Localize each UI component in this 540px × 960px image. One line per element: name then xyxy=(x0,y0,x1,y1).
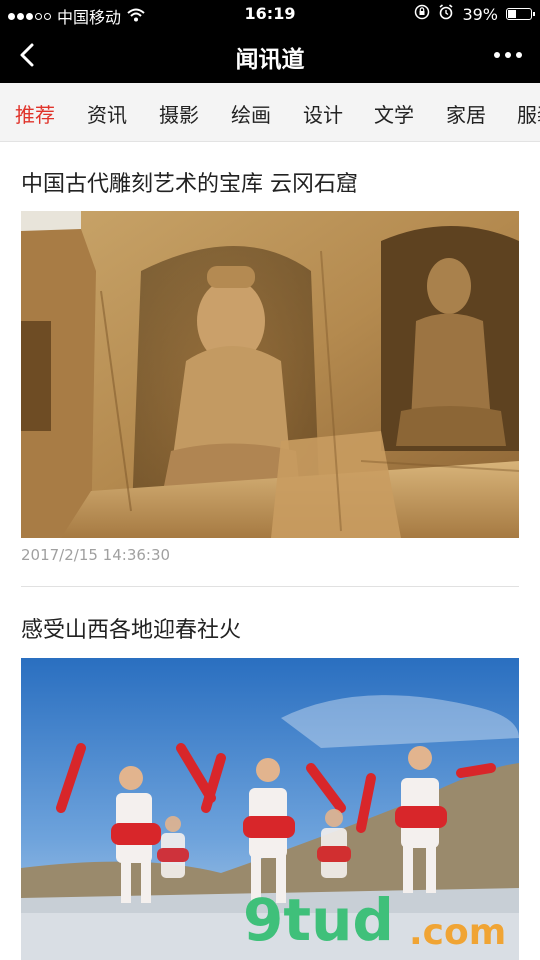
tab-painting[interactable]: 绘画 xyxy=(231,99,271,128)
watermark-suffix: .com xyxy=(409,912,507,953)
tab-design[interactable]: 设计 xyxy=(303,99,343,128)
tab-home[interactable]: 家居 xyxy=(446,99,486,128)
battery-icon xyxy=(506,8,535,20)
tab-news[interactable]: 资讯 xyxy=(87,99,127,128)
article-title-2[interactable]: 感受山西各地迎春社火 xyxy=(21,612,241,644)
alarm-icon xyxy=(438,4,454,24)
more-button[interactable] xyxy=(494,52,522,58)
tab-literature[interactable]: 文学 xyxy=(374,99,414,128)
article-timestamp: 2017/2/15 14:36:30 xyxy=(21,546,171,564)
rotation-lock-icon xyxy=(414,4,430,24)
status-right: 39% xyxy=(414,4,535,24)
tab-recommend[interactable]: 推荐 xyxy=(15,99,55,128)
battery-level xyxy=(508,10,516,18)
status-bar: 中国移动 16:19 39% xyxy=(0,0,540,28)
tab-fashion[interactable]: 服装 xyxy=(517,99,540,128)
article-image-buddha[interactable] xyxy=(21,211,519,538)
article-image-dancers[interactable]: 9tud .com xyxy=(21,658,519,960)
category-tabs: 推荐 资讯 摄影 绘画 设计 文学 家居 服装 xyxy=(0,83,540,142)
article-title[interactable]: 中国古代雕刻艺术的宝库 云冈石窟 xyxy=(21,166,358,198)
nav-bar: 闻讯道 xyxy=(0,28,540,83)
battery-percent: 39% xyxy=(462,4,498,24)
watermark-logo: 9tud xyxy=(243,886,394,954)
tab-photography[interactable]: 摄影 xyxy=(159,99,199,128)
page-title: 闻讯道 xyxy=(235,47,305,73)
article-divider xyxy=(21,586,519,587)
more-icon xyxy=(494,52,500,58)
